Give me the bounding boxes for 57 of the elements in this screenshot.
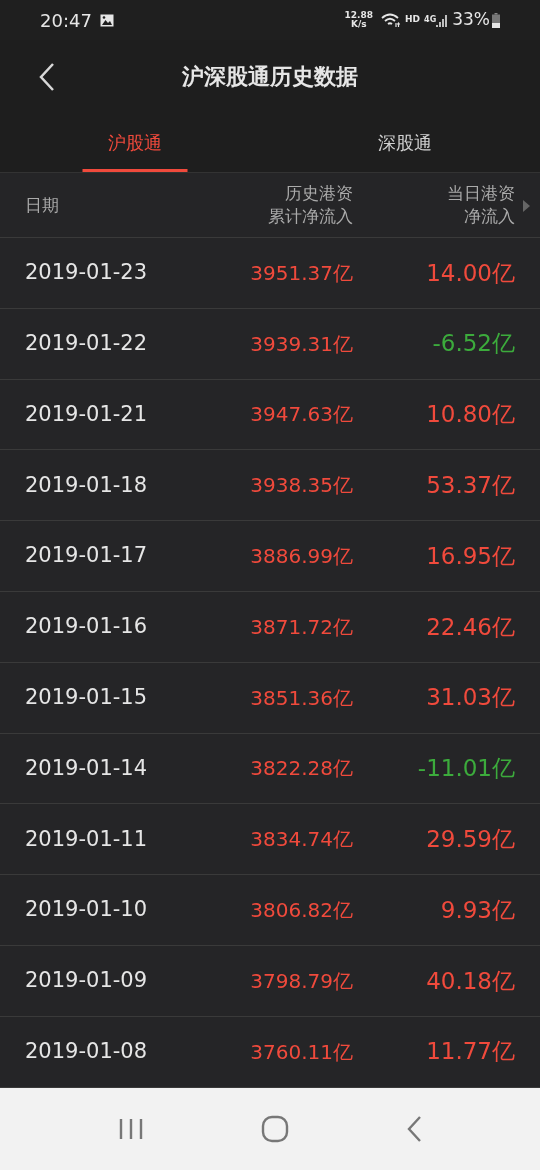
date-cell-text: 2019-01-09 (25, 967, 149, 995)
tab[interactable]: 深股通 (270, 112, 540, 172)
date-cell-text: 2019-01-18 (25, 471, 149, 499)
daily-inflow-cell-text: 10.80亿 (425, 400, 515, 430)
hd-label: HD (405, 13, 421, 27)
daily-inflow-cell-text: -6.52亿 (431, 329, 515, 359)
date-cell-text: 2019-01-15 (25, 683, 149, 711)
back-icon[interactable] (405, 1115, 422, 1143)
daily-inflow-cell-text: 31.03亿 (425, 683, 515, 713)
daily-inflow-cell-text: 22.46亿 (425, 612, 515, 642)
date-cell-text: 2019-01-08 (25, 1037, 149, 1065)
network-type: 4G (424, 16, 437, 24)
cumulative-inflow-cell-text: 3834.74亿 (249, 826, 353, 854)
daily-inflow-cell-text: 11.77亿 (425, 1037, 515, 1067)
date-cell-text: 2019-01-22 (25, 329, 149, 357)
home-icon[interactable] (261, 1115, 289, 1143)
date-cell-text: 2019-01-21 (25, 400, 149, 428)
cumulative-inflow-cell-text: 3871.72亿 (249, 613, 353, 641)
cumulative-inflow-cell-text: 3938.35亿 (249, 472, 353, 500)
battery-percentage: 33% (452, 8, 490, 32)
daily-inflow-cell-text: 53.37亿 (425, 471, 515, 501)
recent-apps-icon[interactable] (118, 1117, 145, 1141)
date-cell-text: 2019-01-17 (25, 542, 149, 570)
daily-inflow-cell-text: 29.59亿 (425, 825, 515, 854)
speed-value: 12.88 (344, 11, 374, 20)
daily-inflow-cell-text: 9.93亿 (439, 895, 515, 925)
tab[interactable]: 沪股通 (0, 112, 270, 172)
date-cell-text: 2019-01-11 (25, 825, 149, 853)
column-header: 历史港资 累计净流入 (267, 182, 353, 228)
daily-inflow-cell-text: 16.95亿 (425, 541, 515, 571)
cumulative-inflow-cell-text: 3951.37亿 (249, 259, 353, 287)
cumulative-inflow-cell-text: 3886.99亿 (249, 543, 353, 571)
date-cell-text: 2019-01-23 (25, 259, 149, 287)
battery-icon (492, 12, 500, 28)
signal-icon (436, 13, 449, 27)
daily-inflow-cell-text: 14.00亿 (425, 258, 515, 288)
cumulative-inflow-cell-text: 3798.79亿 (249, 967, 353, 995)
column-header: 日期 (25, 193, 60, 217)
cumulative-inflow-cell-text: 3947.63亿 (249, 401, 353, 429)
column-header: 当日港资 净流入 (446, 182, 515, 228)
scroll-right-icon[interactable] (523, 200, 530, 212)
wifi-icon (381, 12, 402, 28)
date-cell-text: 2019-01-10 (25, 896, 149, 924)
cumulative-inflow-cell-text: 3939.31亿 (249, 330, 353, 358)
daily-inflow-cell-text: 40.18亿 (425, 966, 515, 996)
image-icon (99, 13, 114, 27)
cumulative-inflow-cell-text: 3806.82亿 (249, 897, 353, 925)
speed-unit: K/s (351, 20, 367, 29)
date-cell-text: 2019-01-14 (25, 754, 149, 782)
cumulative-inflow-cell-text: 3760.11亿 (249, 1038, 353, 1066)
cumulative-inflow-cell-text: 3851.36亿 (249, 684, 353, 712)
page-title: 沪深股通历史数据 (182, 62, 358, 91)
date-cell-text: 2019-01-16 (25, 613, 149, 641)
cumulative-inflow-cell-text: 3822.28亿 (249, 755, 353, 783)
back-icon (39, 62, 55, 92)
daily-inflow-cell-text: -11.01亿 (416, 754, 515, 784)
clock-time: 20:47 (40, 8, 92, 33)
